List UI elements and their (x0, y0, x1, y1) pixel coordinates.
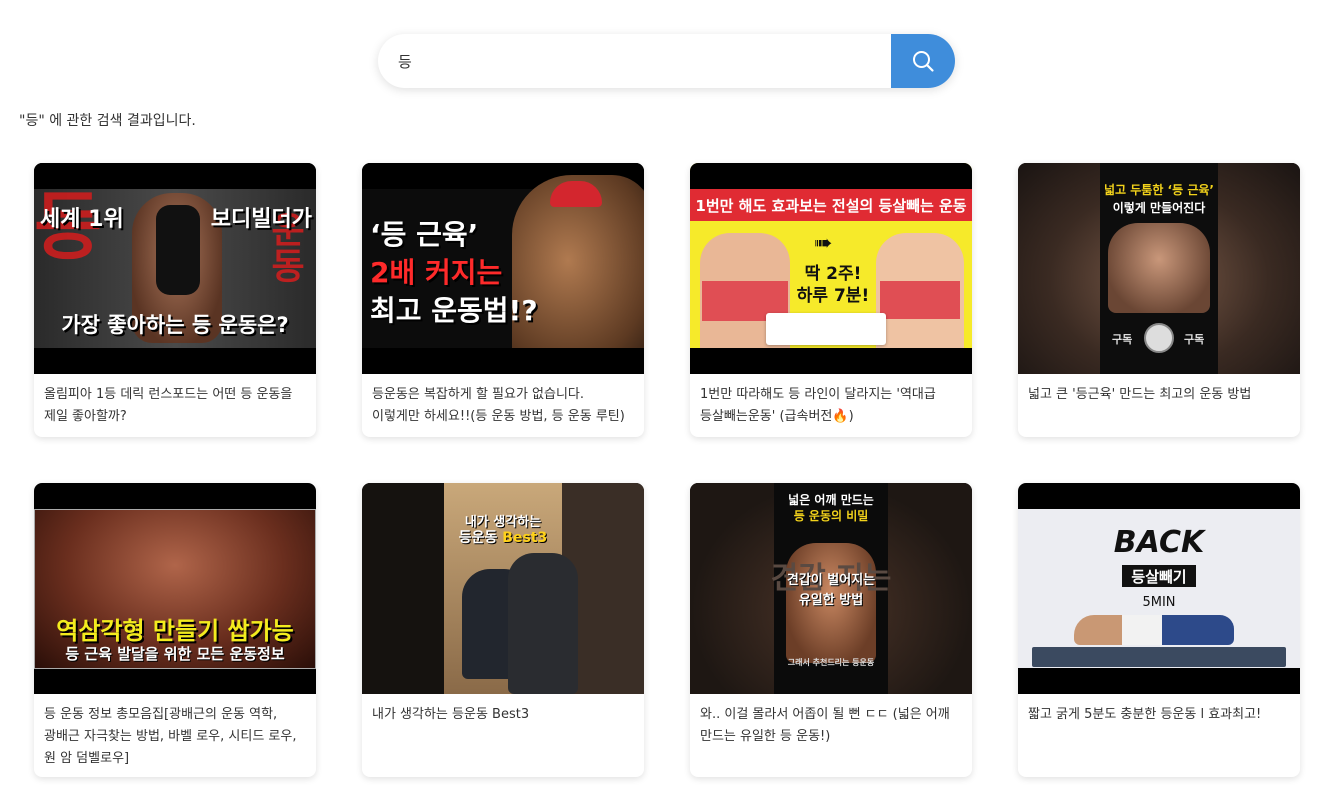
video-thumbnail: 등 운동 세계 1위 보디빌더가 가장 좋아하는 등 운동은? (34, 163, 316, 374)
thumb-text: 보디빌더가 (210, 207, 312, 232)
thumb-text: ‘등 근육’ (370, 218, 479, 251)
thumb-text: 등 운동의 비밀 (793, 509, 869, 523)
video-title: 올림피아 1등 데릭 런스포드는 어떤 등 운동을 제일 좋아할까? (44, 387, 293, 424)
video-title: 짧고 굵게 5분도 충분한 등운동 l 효과최고! (1028, 707, 1262, 722)
video-title: 등운동은 복잡하게 할 필요가 없습니다. 이렇게만 하세요!!(등 운동 방법… (372, 387, 625, 424)
thumb-text: 등 근육 발달을 위한 모든 운동정보 (65, 645, 285, 663)
thumb-text: 1번만 해도 효과보는 전설의 등살빼는 운동 (695, 197, 967, 215)
thumb-text: 등운동 (458, 530, 498, 546)
video-thumbnail: 넓고 두툼한 ‘등 근육’ 이렇게 만들어진다 구독 구독 (1018, 163, 1300, 374)
thumb-text: 넓은 어깨 만드는 (788, 493, 874, 507)
video-card[interactable]: 1번만 해도 효과보는 전설의 등살빼는 운동 ➠ 딱 2주! 하루 7분! 1… (690, 163, 972, 437)
thumb-text: 이렇게 만들어진다 (1112, 201, 1206, 215)
search-input[interactable] (378, 34, 891, 88)
thumb-text: 견갑이 벌어지는 (786, 573, 876, 588)
results-caption: "등" 에 관한 검색 결과입니다. (19, 113, 196, 129)
thumb-text: 5MIN (1142, 595, 1176, 610)
video-thumbnail: 1번만 해도 효과보는 전설의 등살빼는 운동 ➠ 딱 2주! 하루 7분! (690, 163, 972, 374)
thumb-text: 그래서 추천드리는 등운동 (787, 658, 875, 667)
thumb-text: 하루 7분! (796, 286, 870, 306)
thumb-text: 역삼각형 만들기 쌉가능 (56, 617, 294, 645)
thumb-text: 구독 (1184, 333, 1205, 346)
thumb-text: 최고 운동법!? (370, 294, 538, 327)
video-title: 와.. 이걸 몰라서 어좁이 될 뻔 ㄷㄷ (넓은 어깨 만드는 유일한 등 운… (700, 707, 950, 744)
video-card[interactable]: ‘등 근육’ 2배 커지는 최고 운동법!? 등운동은 복잡하게 할 필요가 없… (362, 163, 644, 437)
thumb-text: 넓고 두툼한 ‘등 근육’ (1104, 183, 1214, 197)
video-title: 내가 생각하는 등운동 Best3 (372, 707, 530, 722)
thumb-text-row: 등운동 Best3 (444, 527, 562, 547)
video-thumbnail: 내가 생각하는 등운동 Best3 (362, 483, 644, 694)
video-card[interactable]: 역삼각형 만들기 쌉가능 등 근육 발달을 위한 모든 운동정보 등 운동 정보… (34, 483, 316, 777)
search-button[interactable] (891, 34, 955, 88)
video-card[interactable]: 견갑 지는 넓은 어깨 만드는 등 운동의 비밀 견갑이 벌어지는 유일한 방법… (690, 483, 972, 777)
arrow-icon: ➠ (814, 231, 833, 256)
thumb-text: 구독 (1112, 333, 1133, 346)
video-card[interactable]: 내가 생각하는 등운동 Best3 내가 생각하는 등운동 Best3 (362, 483, 644, 777)
video-card[interactable]: BACK 등살빼기 5MIN 짧고 굵게 5분도 충분한 등운동 l 효과최고! (1018, 483, 1300, 777)
video-thumbnail: ‘등 근육’ 2배 커지는 최고 운동법!? (362, 163, 644, 374)
thumb-text: 2배 커지는 (370, 256, 503, 289)
thumb-text: BACK (1113, 525, 1205, 560)
search-icon (913, 51, 934, 72)
video-title: 1번만 따라해도 등 라인이 달라지는 '역대급 등살빼는운동' (급속버전🔥) (700, 387, 936, 424)
video-card[interactable]: 넓고 두툼한 ‘등 근육’ 이렇게 만들어진다 구독 구독 넓고 큰 '등근육'… (1018, 163, 1300, 437)
video-title: 넓고 큰 '등근육' 만드는 최고의 운동 방법 (1028, 387, 1252, 402)
search-bar (378, 34, 955, 88)
thumb-text: 등살빼기 (1131, 568, 1187, 586)
thumb-text: 세계 1위 (40, 207, 124, 232)
thumb-text: Best3 (502, 530, 548, 546)
avatar (1144, 323, 1174, 353)
video-card[interactable]: 등 운동 세계 1위 보디빌더가 가장 좋아하는 등 운동은? 올림피아 1등 … (34, 163, 316, 437)
video-thumbnail: BACK 등살빼기 5MIN (1018, 483, 1300, 694)
video-thumbnail: 견갑 지는 넓은 어깨 만드는 등 운동의 비밀 견갑이 벌어지는 유일한 방법… (690, 483, 972, 694)
video-title: 등 운동 정보 총모음집[광배근의 운동 역학, 광배근 자극찾는 방법, 바벨… (44, 707, 297, 766)
video-thumbnail: 역삼각형 만들기 쌉가능 등 근육 발달을 위한 모든 운동정보 (34, 483, 316, 694)
thumb-text: 가장 좋아하는 등 운동은? (61, 313, 289, 337)
thumb-text: 유일한 방법 (798, 593, 864, 608)
